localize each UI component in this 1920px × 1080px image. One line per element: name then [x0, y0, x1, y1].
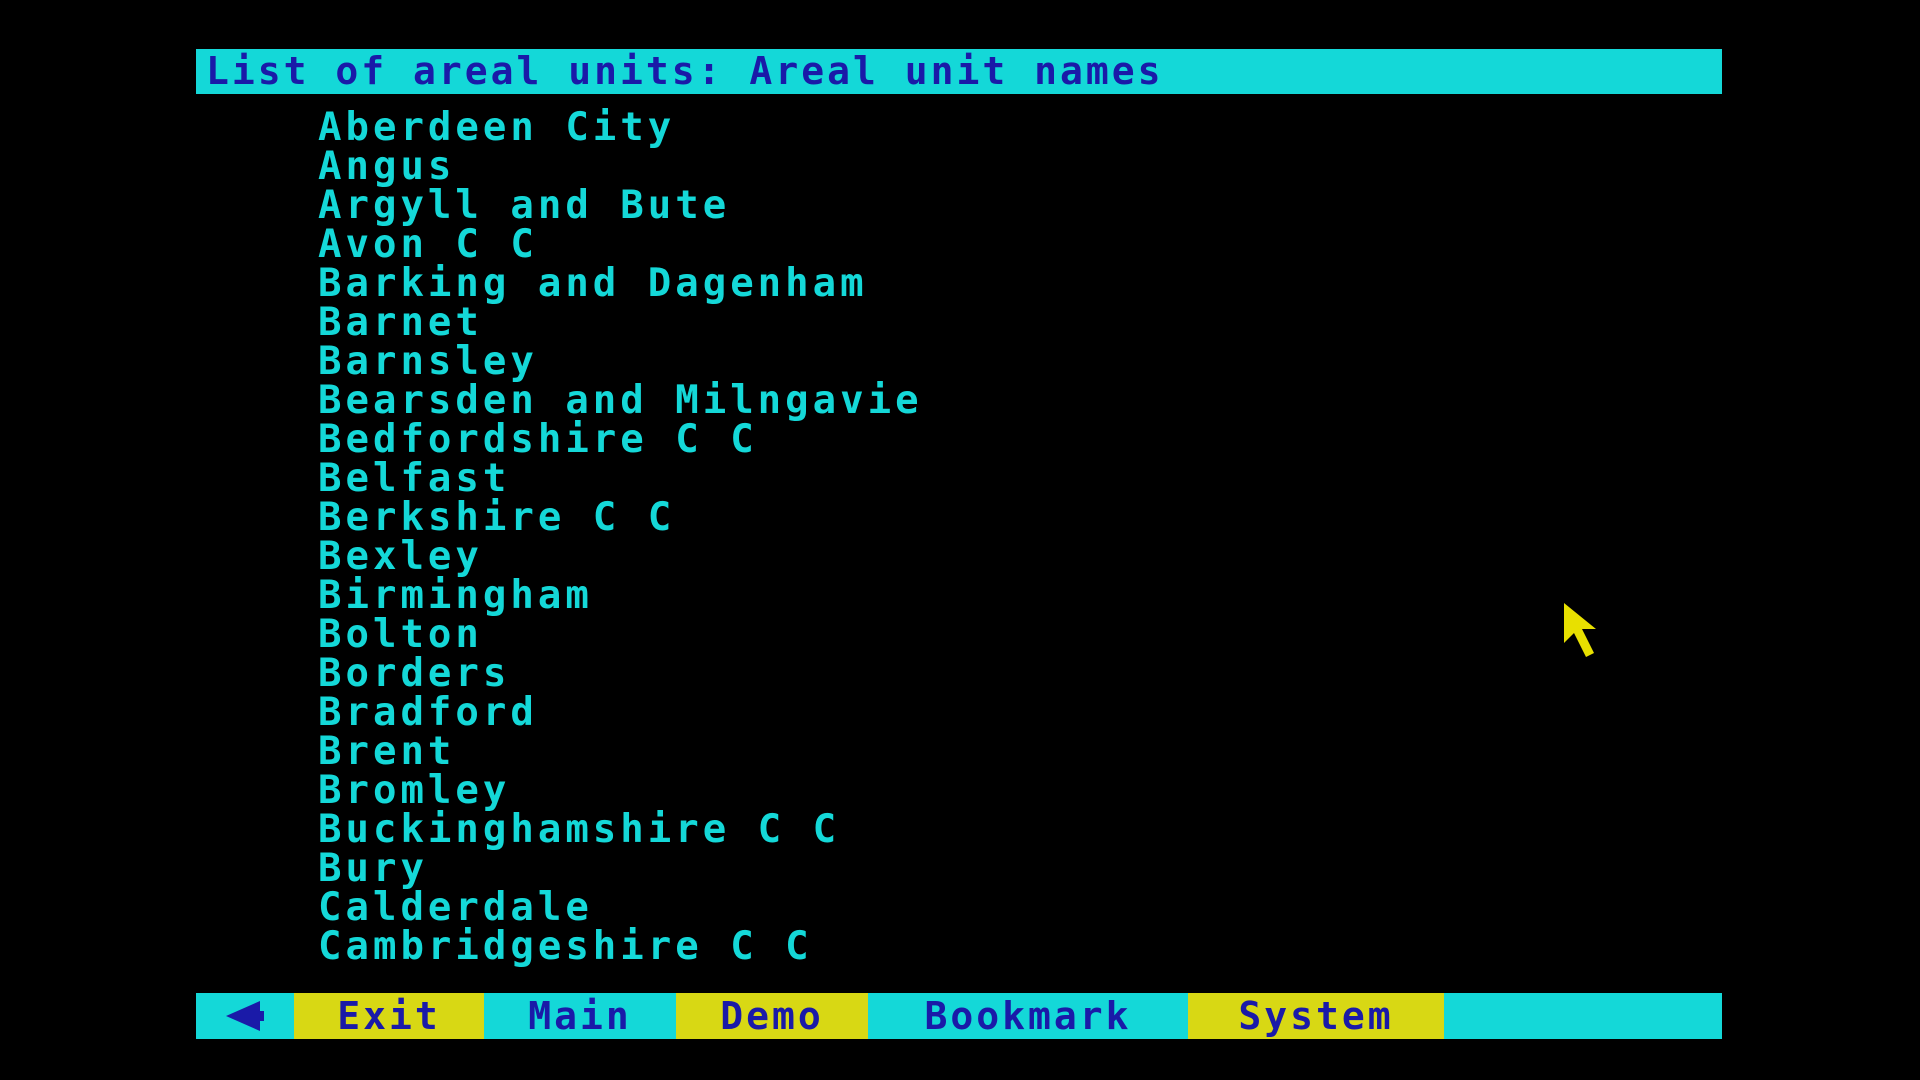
list-item[interactable]: Bedfordshire C C [318, 420, 923, 459]
list-item[interactable]: Cambridgeshire C C [318, 927, 923, 966]
list-item[interactable]: Bradford [318, 693, 923, 732]
mouse-pointer-icon [1564, 603, 1596, 657]
list-item[interactable]: Argyll and Bute [318, 186, 923, 225]
list-item[interactable]: Bolton [318, 615, 923, 654]
list-item[interactable]: Avon C C [318, 225, 923, 264]
exit-button[interactable]: Exit [294, 993, 484, 1039]
list-item[interactable]: Bromley [318, 771, 923, 810]
list-item[interactable]: Calderdale [318, 888, 923, 927]
demo-button[interactable]: Demo [676, 993, 868, 1039]
list-item[interactable]: Barnet [318, 303, 923, 342]
list-item[interactable]: Belfast [318, 459, 923, 498]
list-item[interactable]: Aberdeen City [318, 108, 923, 147]
list-item[interactable]: Buckinghamshire C C [318, 810, 923, 849]
left-arrow-icon [226, 1001, 264, 1031]
list-item[interactable]: Berkshire C C [318, 498, 923, 537]
list-item[interactable]: Barnsley [318, 342, 923, 381]
list-item[interactable]: Bury [318, 849, 923, 888]
bookmark-button[interactable]: Bookmark [868, 993, 1188, 1039]
list-item[interactable]: Barking and Dagenham [318, 264, 923, 303]
areal-unit-list: Aberdeen City Angus Argyll and Bute Avon… [318, 108, 923, 966]
list-item[interactable]: Bearsden and Milngavie [318, 381, 923, 420]
back-button[interactable] [196, 993, 294, 1039]
menu-bar: Exit Main Demo Bookmark System [196, 993, 1722, 1039]
list-item[interactable]: Birmingham [318, 576, 923, 615]
page-title: List of areal units: Areal unit names [196, 49, 1722, 94]
main-button[interactable]: Main [484, 993, 676, 1039]
list-item[interactable]: Angus [318, 147, 923, 186]
list-item[interactable]: Borders [318, 654, 923, 693]
list-item[interactable]: Bexley [318, 537, 923, 576]
system-button[interactable]: System [1188, 993, 1444, 1039]
list-item[interactable]: Brent [318, 732, 923, 771]
